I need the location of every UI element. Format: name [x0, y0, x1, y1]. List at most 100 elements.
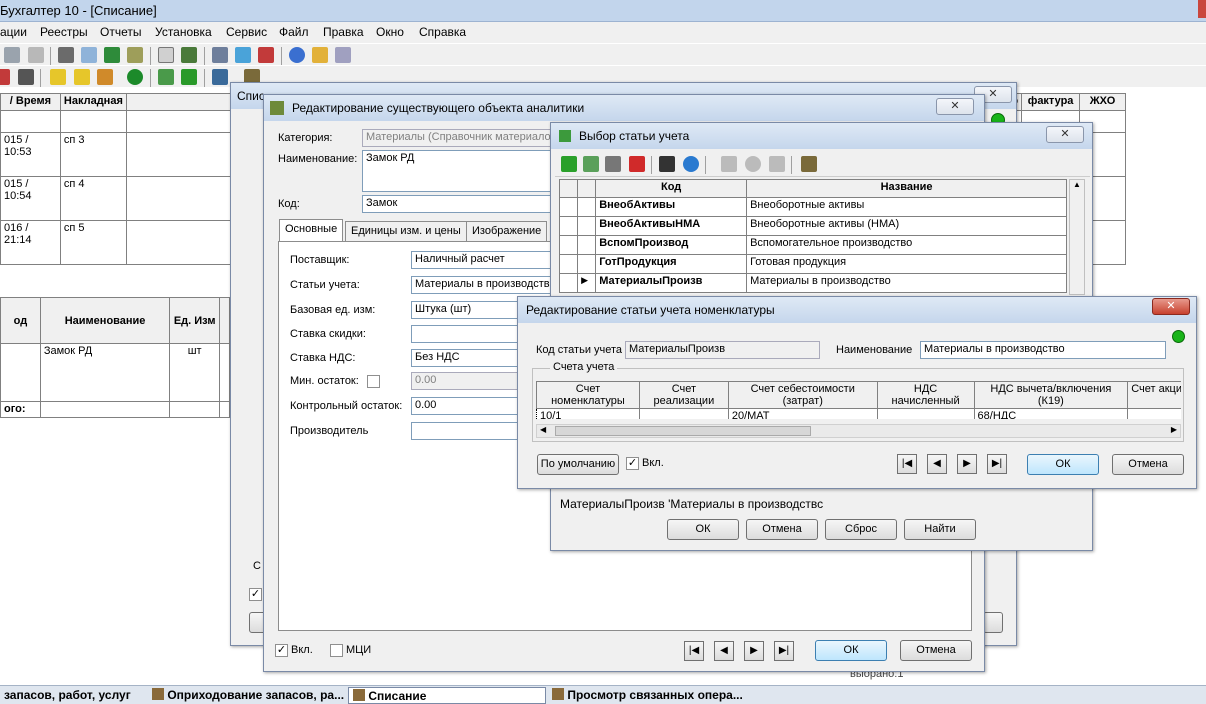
checkmark-icon[interactable] — [158, 69, 174, 85]
col-time[interactable]: / Время — [0, 93, 61, 111]
prev-record-button[interactable]: ◀ — [927, 454, 947, 474]
menu-service[interactable]: Сервис — [226, 25, 267, 39]
code-field[interactable]: Замок — [362, 195, 552, 213]
account-code-field[interactable]: МатериалыПроизв — [625, 341, 820, 359]
binoculars-icon[interactable] — [18, 69, 34, 85]
first-record-button[interactable]: |◀ — [684, 641, 704, 661]
nomenclature-ok-button[interactable]: ОК — [1027, 454, 1099, 475]
table-row[interactable]: ГотПродукция Готовая продукция — [558, 254, 1067, 274]
filter-clear-icon[interactable] — [769, 156, 785, 172]
vkl-checkbox[interactable]: ✓ — [626, 457, 639, 470]
print-icon[interactable] — [58, 47, 74, 63]
accounts-field[interactable]: Материалы в производств — [411, 276, 551, 294]
filter-edit-icon[interactable] — [74, 69, 90, 85]
search-icon[interactable] — [683, 156, 699, 172]
col-code[interactable]: Код — [595, 179, 748, 198]
gear-icon[interactable] — [212, 47, 228, 63]
account-ok-button[interactable]: ОК — [667, 519, 739, 540]
account-select-close-button[interactable]: ✕ — [1046, 126, 1084, 143]
default-button[interactable]: По умолчанию — [537, 454, 619, 475]
supplier-field[interactable]: Наличный расчет — [411, 251, 551, 269]
mci-checkbox[interactable] — [330, 644, 343, 657]
close-app-button[interactable] — [1198, 0, 1206, 18]
reload-icon[interactable] — [127, 69, 143, 85]
menu-reports[interactable]: Отчеты — [100, 25, 141, 39]
table-row-selected[interactable]: ▶ МатериалыПроизв Материалы в производст… — [558, 273, 1067, 293]
filter-icon[interactable] — [50, 69, 66, 85]
task-related-operations[interactable]: Просмотр связанных опера... — [548, 687, 747, 704]
col-invoice[interactable]: Накладная — [59, 93, 127, 111]
horizontal-scrollbar[interactable]: ◀ ▶ — [536, 424, 1181, 438]
list-window-button-right[interactable] — [983, 612, 1003, 633]
menu-edit[interactable]: Правка — [323, 25, 364, 39]
table-row[interactable]: 10/1 20/МАТ 68/НДС — [536, 408, 1181, 419]
compass-icon[interactable] — [289, 47, 305, 63]
table-row[interactable]: ВспомПроизвод Вспомогательное производст… — [558, 235, 1067, 255]
object-window-close-button[interactable]: ✕ — [936, 98, 974, 115]
font-icon[interactable] — [258, 47, 274, 63]
calculator-icon[interactable] — [181, 47, 197, 63]
task-receipt[interactable]: Оприходование запасов, ра... — [148, 687, 348, 704]
list-window-checkbox[interactable]: ✓ — [249, 588, 262, 601]
tab-units-prices[interactable]: Единицы изм. и цены — [345, 221, 467, 241]
scissors-icon[interactable] — [28, 47, 44, 63]
col-invoice-doc[interactable]: фактура — [1021, 93, 1081, 111]
refresh-icon[interactable] — [235, 47, 251, 63]
menu-window[interactable]: Окно — [376, 25, 404, 39]
name-field[interactable]: Замок РД — [362, 150, 552, 192]
calendar-icon[interactable] — [312, 47, 328, 63]
tab-image[interactable]: Изображение — [466, 221, 548, 241]
prev-record-button[interactable]: ◀ — [714, 641, 734, 661]
last-record-button[interactable]: ▶| — [987, 454, 1007, 474]
min-stock-checkbox[interactable] — [367, 375, 380, 388]
menu-registers[interactable]: Реестры — [40, 25, 88, 39]
category-field[interactable]: Материалы (Справочник материалов — [362, 129, 552, 147]
col-unit[interactable]: Ед. Изм — [169, 297, 221, 344]
scrollbar-thumb[interactable] — [555, 426, 811, 436]
accounts-scrollbar[interactable]: ▲ — [1069, 179, 1085, 295]
lock-icon[interactable] — [4, 47, 20, 63]
key-icon[interactable] — [801, 156, 817, 172]
add-icon[interactable] — [561, 156, 577, 172]
delete-icon[interactable] — [0, 69, 10, 85]
next-record-button[interactable]: ▶ — [957, 454, 977, 474]
table-icon[interactable] — [212, 69, 228, 85]
next-record-button[interactable]: ▶ — [744, 641, 764, 661]
add-copy-icon[interactable] — [583, 156, 599, 172]
report-icon[interactable] — [127, 47, 143, 63]
task-writeoff[interactable]: Списание — [348, 687, 546, 704]
tools-icon[interactable] — [335, 47, 351, 63]
account-find-button[interactable]: Найти — [904, 519, 976, 540]
vkl-checkbox[interactable]: ✓ — [275, 644, 288, 657]
account-cancel-button[interactable]: Отмена — [746, 519, 818, 540]
menu-setup[interactable]: Установка — [155, 25, 212, 39]
object-ok-button[interactable]: ОК — [815, 640, 887, 661]
object-cancel-button[interactable]: Отмена — [900, 640, 972, 661]
filter-clear-icon[interactable] — [97, 69, 113, 85]
last-record-button[interactable]: ▶| — [774, 641, 794, 661]
filter-icon[interactable] — [721, 156, 737, 172]
table-row[interactable]: ВнеобАктивы Внеоборотные активы — [558, 197, 1067, 217]
col-name[interactable]: Наименование — [39, 297, 171, 344]
col-jho[interactable]: ЖХО — [1079, 93, 1126, 111]
print-preview-icon[interactable] — [81, 47, 97, 63]
table-row[interactable]: ВнеобАктивыНМА Внеоборотные активы (НМА) — [558, 216, 1067, 236]
menu-help[interactable]: Справка — [419, 25, 466, 39]
account-reset-button[interactable]: Сброс — [825, 519, 897, 540]
sort-icon[interactable] — [605, 156, 621, 172]
reload-icon[interactable] — [745, 156, 761, 172]
col-name[interactable]: Название — [746, 179, 1067, 198]
nomenclature-cancel-button[interactable]: Отмена — [1112, 454, 1184, 475]
nomenclature-close-button[interactable]: ✕ — [1152, 298, 1190, 315]
binoculars-icon[interactable] — [659, 156, 675, 172]
tab-main[interactable]: Основные — [279, 219, 344, 241]
col-code[interactable]: од — [0, 297, 41, 344]
table-row[interactable]: Замок РД шт — [0, 343, 230, 402]
excel-icon[interactable] — [104, 47, 120, 63]
account-name-field[interactable]: Материалы в производство — [920, 341, 1166, 359]
menu-operations[interactable]: ации — [0, 25, 27, 39]
first-record-button[interactable]: |◀ — [897, 454, 917, 474]
menu-file[interactable]: Файл — [279, 25, 309, 39]
play-icon[interactable] — [181, 69, 197, 85]
delete-icon[interactable] — [629, 156, 645, 172]
